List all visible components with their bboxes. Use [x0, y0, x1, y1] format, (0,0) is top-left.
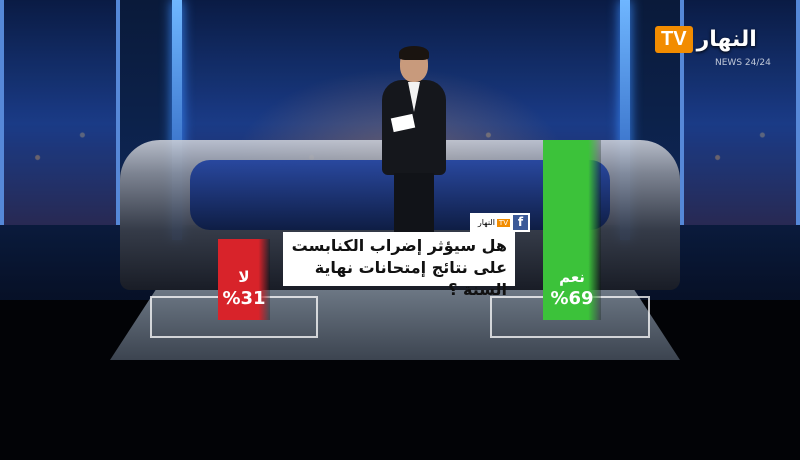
logo-subtitle: NEWS 24/24 [715, 58, 771, 68]
poll-value-label: %69 [550, 288, 594, 309]
news-presenter [378, 46, 450, 238]
tv-studio-scene: لا %31 نعم %69 النهار TV f هل سيؤثر إضراب ا… [0, 0, 800, 460]
presenter-hair [399, 46, 429, 60]
question-header: النهار TV f [470, 213, 530, 232]
poll-question: هل سيؤثر إضراب الكنابست على نتائج إمتحان… [283, 232, 515, 299]
facebook-icon: f [513, 215, 528, 230]
poll-bar-yes: نعم %69 [543, 140, 601, 320]
mini-logo: النهار TV [478, 218, 510, 227]
mini-logo-tv: TV [496, 218, 510, 227]
poll-category-label: نعم [559, 268, 585, 286]
poll-category-label: لا [238, 268, 250, 286]
logo-name: النهار [696, 27, 757, 52]
poll-value-label: %31 [222, 288, 266, 309]
logo-tv-badge: TV [655, 26, 693, 53]
mini-logo-name: النهار [477, 218, 495, 227]
poll-bar-no: لا %31 [218, 239, 270, 320]
channel-logo: TV النهار [655, 26, 757, 53]
studio-window-left [0, 0, 120, 225]
presenter-legs [394, 173, 434, 238]
